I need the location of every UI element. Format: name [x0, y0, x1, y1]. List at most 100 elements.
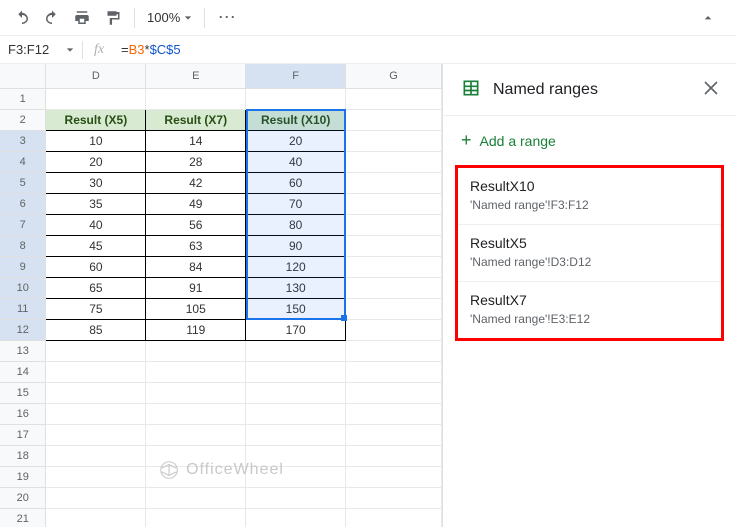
cell[interactable]: [146, 340, 246, 361]
cell[interactable]: [246, 508, 346, 527]
name-box[interactable]: F3:F12: [0, 42, 82, 57]
cell[interactable]: [246, 445, 346, 466]
cell[interactable]: 40: [46, 214, 146, 235]
cell[interactable]: 49: [146, 193, 246, 214]
row-header[interactable]: 8: [0, 235, 46, 256]
cell[interactable]: [346, 382, 442, 403]
row-header[interactable]: 4: [0, 151, 46, 172]
cell[interactable]: Result (X7): [146, 109, 246, 130]
cell[interactable]: 91: [146, 277, 246, 298]
close-button[interactable]: [704, 81, 718, 98]
paint-format-button[interactable]: [98, 4, 126, 32]
cell[interactable]: [346, 487, 442, 508]
cell[interactable]: [346, 466, 442, 487]
row-header[interactable]: 10: [0, 277, 46, 298]
cell[interactable]: [346, 214, 442, 235]
cell[interactable]: [346, 361, 442, 382]
cell[interactable]: 14: [146, 130, 246, 151]
cell[interactable]: [46, 508, 146, 527]
cell[interactable]: [146, 361, 246, 382]
cell[interactable]: [346, 130, 442, 151]
row-header[interactable]: 3: [0, 130, 46, 151]
cell[interactable]: 70: [246, 193, 346, 214]
cell[interactable]: [346, 88, 442, 109]
cell[interactable]: [246, 403, 346, 424]
undo-button[interactable]: [8, 4, 36, 32]
cell[interactable]: 56: [146, 214, 246, 235]
cell[interactable]: [146, 487, 246, 508]
cell[interactable]: [46, 424, 146, 445]
cell[interactable]: [346, 109, 442, 130]
cell[interactable]: 85: [46, 319, 146, 340]
cell[interactable]: 45: [46, 235, 146, 256]
cell[interactable]: [346, 298, 442, 319]
cell[interactable]: [146, 88, 246, 109]
redo-button[interactable]: [38, 4, 66, 32]
cell[interactable]: [346, 319, 442, 340]
cell[interactable]: 75: [46, 298, 146, 319]
cell[interactable]: [46, 361, 146, 382]
cell[interactable]: [46, 340, 146, 361]
collapse-panel-button[interactable]: [694, 4, 722, 32]
cell[interactable]: [146, 466, 246, 487]
cell[interactable]: 84: [146, 256, 246, 277]
cell[interactable]: 35: [46, 193, 146, 214]
zoom-selector[interactable]: 100%: [143, 10, 196, 25]
select-all-corner[interactable]: [0, 64, 46, 88]
spreadsheet-area[interactable]: D E F G 1 2Result (X5)Result (X7)Result …: [0, 64, 442, 527]
cell[interactable]: 42: [146, 172, 246, 193]
row-header[interactable]: 2: [0, 109, 46, 130]
row-header[interactable]: 21: [0, 508, 46, 527]
cell[interactable]: [346, 340, 442, 361]
row-header[interactable]: 16: [0, 403, 46, 424]
cell[interactable]: 10: [46, 130, 146, 151]
row-header[interactable]: 5: [0, 172, 46, 193]
cell[interactable]: 170: [246, 319, 346, 340]
row-header[interactable]: 18: [0, 445, 46, 466]
cell[interactable]: [146, 403, 246, 424]
cell[interactable]: [246, 382, 346, 403]
cell[interactable]: [46, 88, 146, 109]
cell[interactable]: [146, 508, 246, 527]
row-header[interactable]: 7: [0, 214, 46, 235]
add-range-button[interactable]: + Add a range: [443, 116, 736, 165]
cell[interactable]: 30: [46, 172, 146, 193]
cell[interactable]: [246, 88, 346, 109]
cell[interactable]: [246, 340, 346, 361]
row-header[interactable]: 15: [0, 382, 46, 403]
cell[interactable]: [346, 424, 442, 445]
named-range-item[interactable]: ResultX7 'Named range'!E3:E12: [458, 282, 721, 338]
cell[interactable]: 65: [46, 277, 146, 298]
row-header[interactable]: 13: [0, 340, 46, 361]
cell[interactable]: Result (X5): [46, 109, 146, 130]
named-range-item[interactable]: ResultX5 'Named range'!D3:D12: [458, 225, 721, 282]
named-range-item[interactable]: ResultX10 'Named range'!F3:F12: [458, 168, 721, 225]
cell[interactable]: [346, 277, 442, 298]
cell[interactable]: [346, 403, 442, 424]
cell[interactable]: [346, 193, 442, 214]
row-header[interactable]: 6: [0, 193, 46, 214]
cell[interactable]: 20: [246, 130, 346, 151]
col-header-g[interactable]: G: [346, 64, 442, 88]
cell[interactable]: 28: [146, 151, 246, 172]
col-header-e[interactable]: E: [146, 64, 246, 88]
row-header[interactable]: 19: [0, 466, 46, 487]
col-header-d[interactable]: D: [46, 64, 146, 88]
col-header-f[interactable]: F: [246, 64, 346, 88]
cell[interactable]: 60: [246, 172, 346, 193]
cell[interactable]: 90: [246, 235, 346, 256]
cell[interactable]: [46, 487, 146, 508]
row-header[interactable]: 17: [0, 424, 46, 445]
cell[interactable]: [346, 151, 442, 172]
cell[interactable]: [146, 382, 246, 403]
cell[interactable]: [246, 361, 346, 382]
cell[interactable]: [46, 382, 146, 403]
cell[interactable]: [146, 424, 246, 445]
cell[interactable]: [346, 508, 442, 527]
cell[interactable]: [346, 172, 442, 193]
cell[interactable]: [346, 235, 442, 256]
cell[interactable]: [246, 424, 346, 445]
row-header[interactable]: 9: [0, 256, 46, 277]
cell[interactable]: 130: [246, 277, 346, 298]
cell[interactable]: 40: [246, 151, 346, 172]
